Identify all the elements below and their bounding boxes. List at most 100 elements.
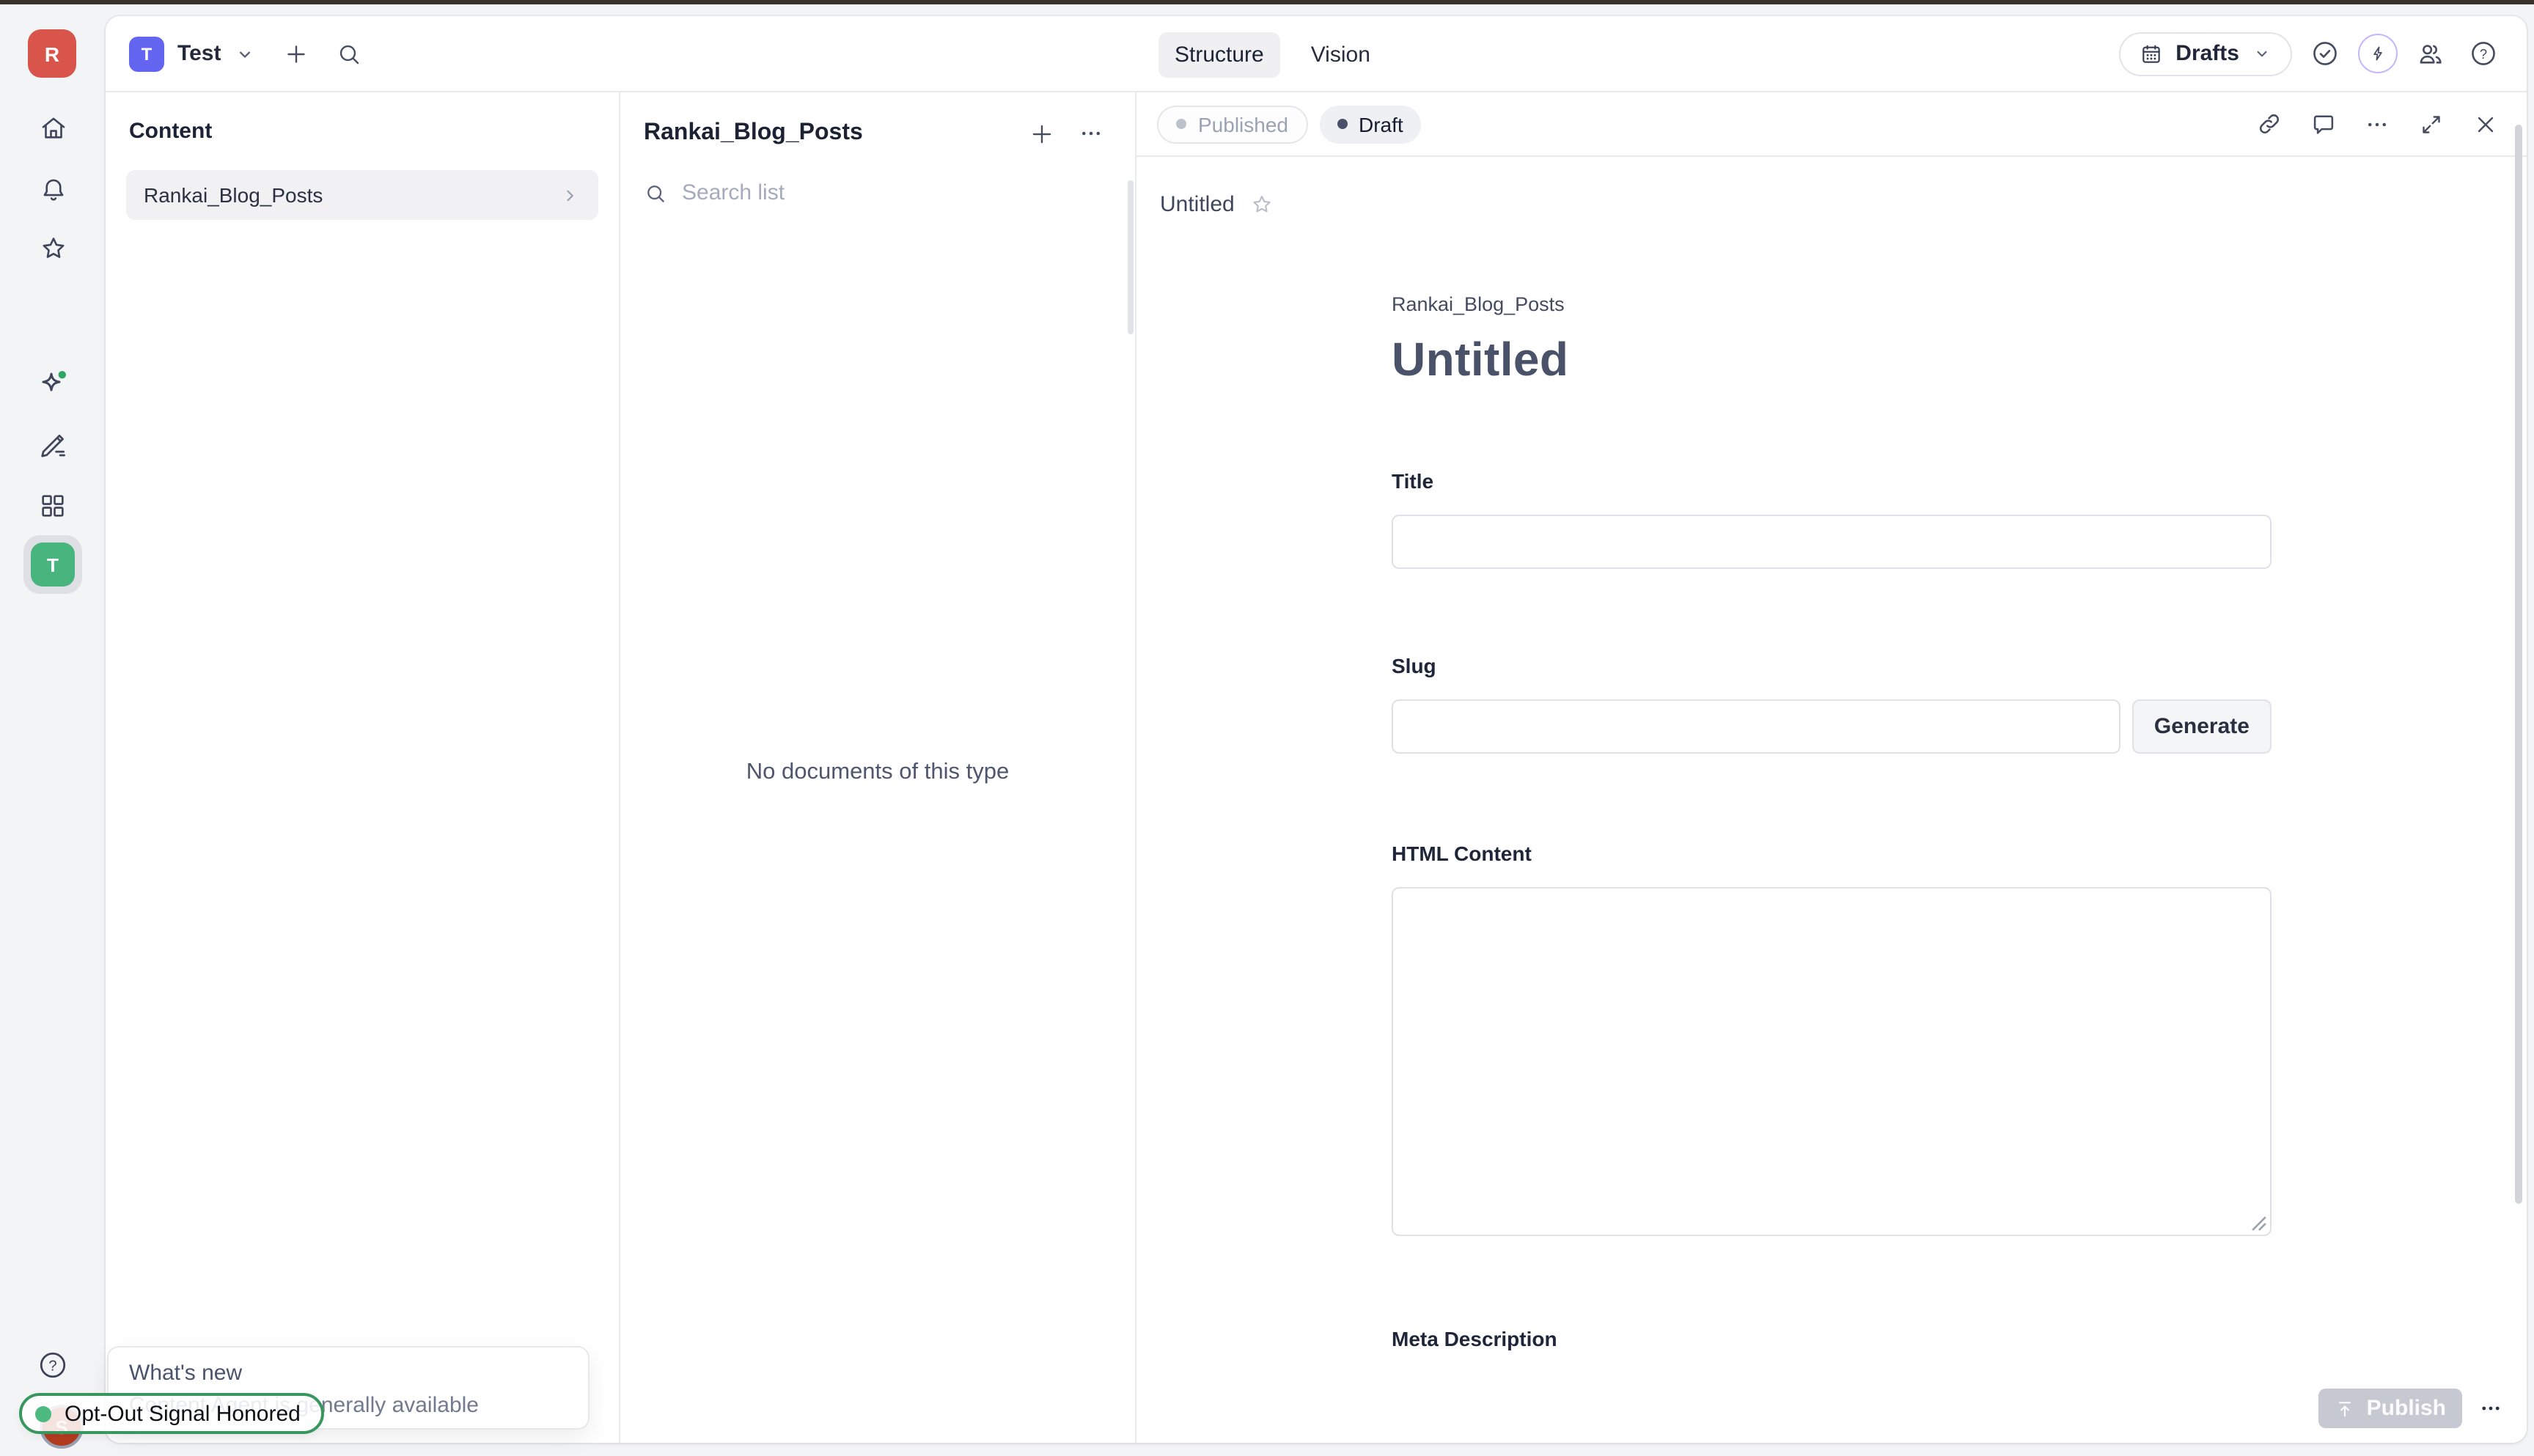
whats-new-title: What's new	[129, 1361, 568, 1386]
close-icon	[2472, 111, 2499, 137]
plus-icon	[282, 40, 309, 67]
apps-button[interactable]	[26, 479, 79, 532]
api-usage-button[interactable]	[2357, 33, 2398, 74]
version-tab-draft[interactable]: Draft	[1319, 105, 1421, 143]
compose-button[interactable]	[26, 418, 79, 471]
field-slug: Slug Generate	[1392, 654, 2272, 754]
bell-icon	[37, 174, 68, 205]
help-menu-button[interactable]: ?	[2462, 33, 2503, 74]
favorites-button[interactable]	[26, 221, 79, 274]
org-logo[interactable]: R	[28, 29, 76, 78]
content-pane-title: Content	[126, 110, 598, 152]
ellipsis-icon	[2364, 111, 2390, 137]
document-form: Rankai_Blog_Posts Untitled Title Slug Ge…	[1392, 293, 2272, 1350]
grid-icon	[38, 491, 67, 521]
link-icon	[2255, 110, 2283, 138]
comment-icon	[2309, 110, 2337, 138]
org-logo-letter: R	[45, 42, 59, 65]
workspace-item-active[interactable]: T	[23, 535, 82, 594]
published-dot	[1176, 119, 1186, 129]
workspace-badge-letter: T	[47, 554, 59, 576]
document-menu-button[interactable]	[2357, 103, 2398, 144]
home-button[interactable]	[26, 101, 79, 154]
window-top-edge	[0, 0, 2534, 4]
document-body: Untitled Rankai_Blog_Posts Untitled Titl…	[1136, 157, 2527, 1384]
search-list-input[interactable]	[682, 180, 1112, 205]
search-icon	[335, 40, 361, 67]
bolt-icon	[2368, 44, 2387, 63]
tab-vision[interactable]: Vision	[1295, 32, 1387, 77]
calendar-icon	[2139, 42, 2162, 65]
field-meta-description: Meta Description	[1392, 1327, 2272, 1350]
workspace-switcher[interactable]: T Test	[129, 36, 254, 71]
releases-drafts-menu[interactable]: Drafts	[2118, 32, 2292, 76]
bolt-ring	[2357, 34, 2397, 73]
copy-link-button[interactable]	[2248, 103, 2289, 144]
create-document-button[interactable]	[1021, 113, 1062, 154]
slug-field-label: Slug	[1392, 654, 2272, 677]
help-circle-icon: ?	[2467, 38, 2498, 69]
pencil-icon	[37, 428, 69, 460]
new-document-button[interactable]	[275, 33, 316, 74]
empty-list-message: No documents of this type	[620, 760, 1135, 786]
list-item-rankai-blog-posts[interactable]: Rankai_Blog_Posts	[126, 170, 598, 220]
field-html-content: HTML Content	[1392, 842, 2272, 1236]
topbar: T Test Structure Vision Drafts	[106, 16, 2527, 92]
sparkle-icon	[35, 367, 70, 402]
help-circle-icon: ?	[37, 1349, 69, 1381]
global-search-button[interactable]	[328, 33, 369, 74]
users-icon	[2414, 38, 2445, 69]
window-scrollbar-thumb[interactable]	[2515, 125, 2522, 1204]
close-pane-button[interactable]	[2465, 103, 2506, 144]
comments-button[interactable]	[2302, 103, 2343, 144]
tasks-button[interactable]	[2304, 33, 2345, 74]
publish-button[interactable]: Publish	[2318, 1389, 2462, 1428]
meta-description-field-label: Meta Description	[1392, 1327, 2272, 1350]
help-button[interactable]: ?	[37, 1349, 69, 1381]
ai-new-dot	[59, 371, 66, 378]
document-list-pane: Rankai_Blog_Posts No documents of this	[620, 92, 1136, 1443]
studio-window: T Test Structure Vision Drafts	[106, 16, 2527, 1443]
chevron-right-icon	[559, 184, 581, 206]
star-icon	[37, 232, 68, 263]
opt-out-label: Opt-Out Signal Honored	[65, 1401, 301, 1426]
topbar-right: Drafts ?	[2118, 32, 2503, 76]
expand-pane-button[interactable]	[2411, 103, 2452, 144]
tab-structure[interactable]: Structure	[1158, 32, 1280, 77]
list-pane-header: Rankai_Blog_Posts	[620, 92, 1135, 174]
field-title: Title	[1392, 469, 2272, 569]
resize-handle[interactable]	[2251, 1216, 2267, 1232]
opt-out-signal-badge[interactable]: Opt-Out Signal Honored	[19, 1393, 324, 1434]
ellipsis-icon	[1078, 120, 1104, 147]
title-input[interactable]	[1392, 515, 2272, 569]
generate-slug-button[interactable]: Generate	[2132, 699, 2272, 754]
slug-input[interactable]	[1392, 699, 2120, 754]
content-pane: Content Rankai_Blog_Posts	[106, 92, 620, 1443]
html-content-textarea[interactable]	[1392, 887, 2272, 1236]
publish-menu-button[interactable]	[2471, 1389, 2509, 1428]
list-menu-button[interactable]	[1070, 113, 1112, 154]
ellipsis-icon	[2478, 1396, 2502, 1421]
plus-icon	[1027, 120, 1055, 147]
favorite-star-icon[interactable]	[1249, 192, 1274, 217]
title-field-label: Title	[1392, 469, 2272, 493]
home-icon	[37, 112, 68, 143]
app-root: R T T Test	[0, 0, 2534, 1456]
notifications-button[interactable]	[26, 163, 79, 216]
svg-text:?: ?	[2479, 46, 2486, 62]
panes: Content Rankai_Blog_Posts Rankai_Blog_Po…	[106, 92, 2527, 1443]
global-sidebar: R T	[0, 4, 106, 1456]
list-search	[620, 180, 1135, 205]
ai-assist-button[interactable]	[26, 358, 79, 411]
list-pane-title: Rankai_Blog_Posts	[644, 120, 863, 147]
drafts-label: Drafts	[2175, 41, 2239, 66]
members-button[interactable]	[2409, 33, 2450, 74]
document-footer: Publish	[1136, 1384, 2527, 1443]
search-icon	[644, 181, 667, 205]
list-scrollbar-thumb[interactable]	[1128, 180, 1134, 334]
version-tab-published[interactable]: Published	[1157, 105, 1307, 143]
document-type-label: Rankai_Blog_Posts	[1392, 293, 2272, 315]
workspace-avatar: T	[129, 36, 164, 71]
svg-text:?: ?	[48, 1358, 56, 1375]
tool-tabs: Structure Vision	[1158, 16, 1387, 92]
